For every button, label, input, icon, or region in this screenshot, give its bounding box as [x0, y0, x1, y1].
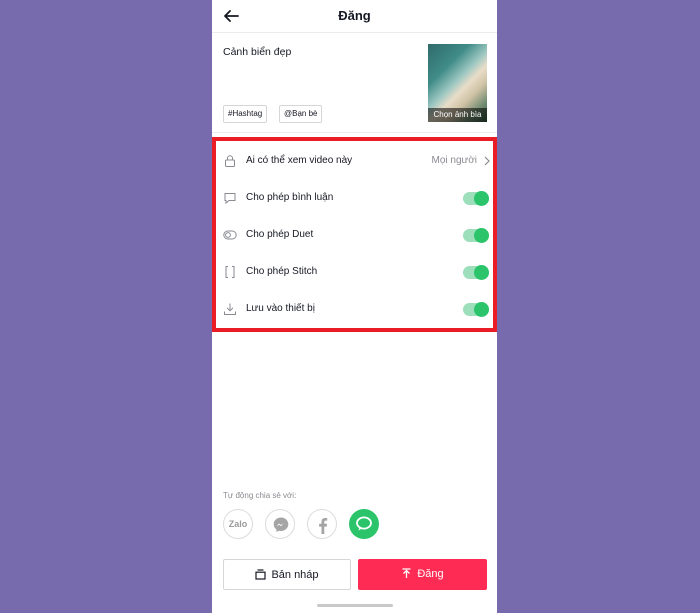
allow-stitch-row: Cho phép Stitch [216, 254, 493, 291]
toggle-knob [474, 228, 489, 243]
post-content: Đăng [358, 568, 487, 580]
message-bubble-icon [356, 516, 372, 531]
allow-stitch-toggle[interactable] [463, 265, 489, 280]
save-draft-content: Bản nháp [224, 569, 350, 581]
save-to-device-row: Lưu vào thiết bị [216, 291, 493, 328]
facebook-icon [319, 518, 328, 534]
post-button[interactable]: Đăng [358, 559, 487, 590]
caption-text[interactable]: Cảnh biển đẹp [223, 46, 291, 58]
mention-friends-chip[interactable]: @Bạn bè [279, 105, 323, 123]
privacy-row[interactable]: Ai có thể xem video này Mọi người [216, 143, 493, 180]
allow-comments-label: Cho phép bình luận [246, 192, 334, 203]
share-facebook-button[interactable] [307, 509, 337, 539]
section-divider [212, 132, 497, 133]
allow-duet-row: Cho phép Duet [216, 217, 493, 254]
save-draft-label: Bản nháp [271, 569, 319, 581]
toggle-knob [474, 265, 489, 280]
toggle-knob [474, 302, 489, 317]
page-title: Đăng [338, 8, 371, 23]
chevron-right-icon [484, 156, 490, 166]
lock-icon [225, 155, 235, 167]
save-to-device-label: Lưu vào thiết bị [246, 303, 315, 314]
hashtag-chip[interactable]: #Hashtag [223, 105, 268, 123]
messenger-icon [273, 517, 289, 532]
cover-thumbnail[interactable]: Chọn ảnh bìa [428, 44, 487, 122]
post-label: Đăng [417, 568, 444, 580]
allow-stitch-label: Cho phép Stitch [246, 266, 318, 277]
save-to-device-toggle[interactable] [463, 302, 489, 317]
download-icon [224, 303, 236, 315]
share-zalo-button[interactable]: Zalo [223, 509, 253, 539]
duet-icon [223, 230, 237, 240]
home-indicator [317, 604, 393, 607]
stitch-icon [225, 266, 235, 278]
top-bar: Đăng [212, 0, 497, 32]
auto-share-label: Tự động chia sẻ với: [223, 491, 297, 500]
toggle-knob [474, 191, 489, 206]
privacy-label: Ai có thể xem video này [246, 155, 353, 166]
allow-duet-toggle[interactable] [463, 228, 489, 243]
settings-panel-highlighted: Ai có thể xem video này Mọi người Cho ph… [212, 137, 497, 332]
draft-icon [255, 569, 267, 580]
phone-screen: Đăng Cảnh biển đẹp Chọn ảnh bìa #Hashtag… [212, 0, 497, 613]
post-upload-icon [402, 568, 411, 578]
header-divider [212, 32, 497, 33]
share-sms-button[interactable] [349, 509, 379, 539]
zalo-icon: Zalo [228, 519, 248, 529]
select-cover-label: Chọn ảnh bìa [428, 108, 487, 122]
allow-duet-label: Cho phép Duet [246, 229, 314, 240]
allow-comments-row: Cho phép bình luận [216, 180, 493, 217]
save-draft-button[interactable]: Bản nháp [223, 559, 351, 590]
allow-comments-toggle[interactable] [463, 191, 489, 206]
privacy-value: Mọi người [431, 155, 478, 166]
share-messenger-button[interactable] [265, 509, 295, 539]
comment-icon [224, 193, 236, 205]
